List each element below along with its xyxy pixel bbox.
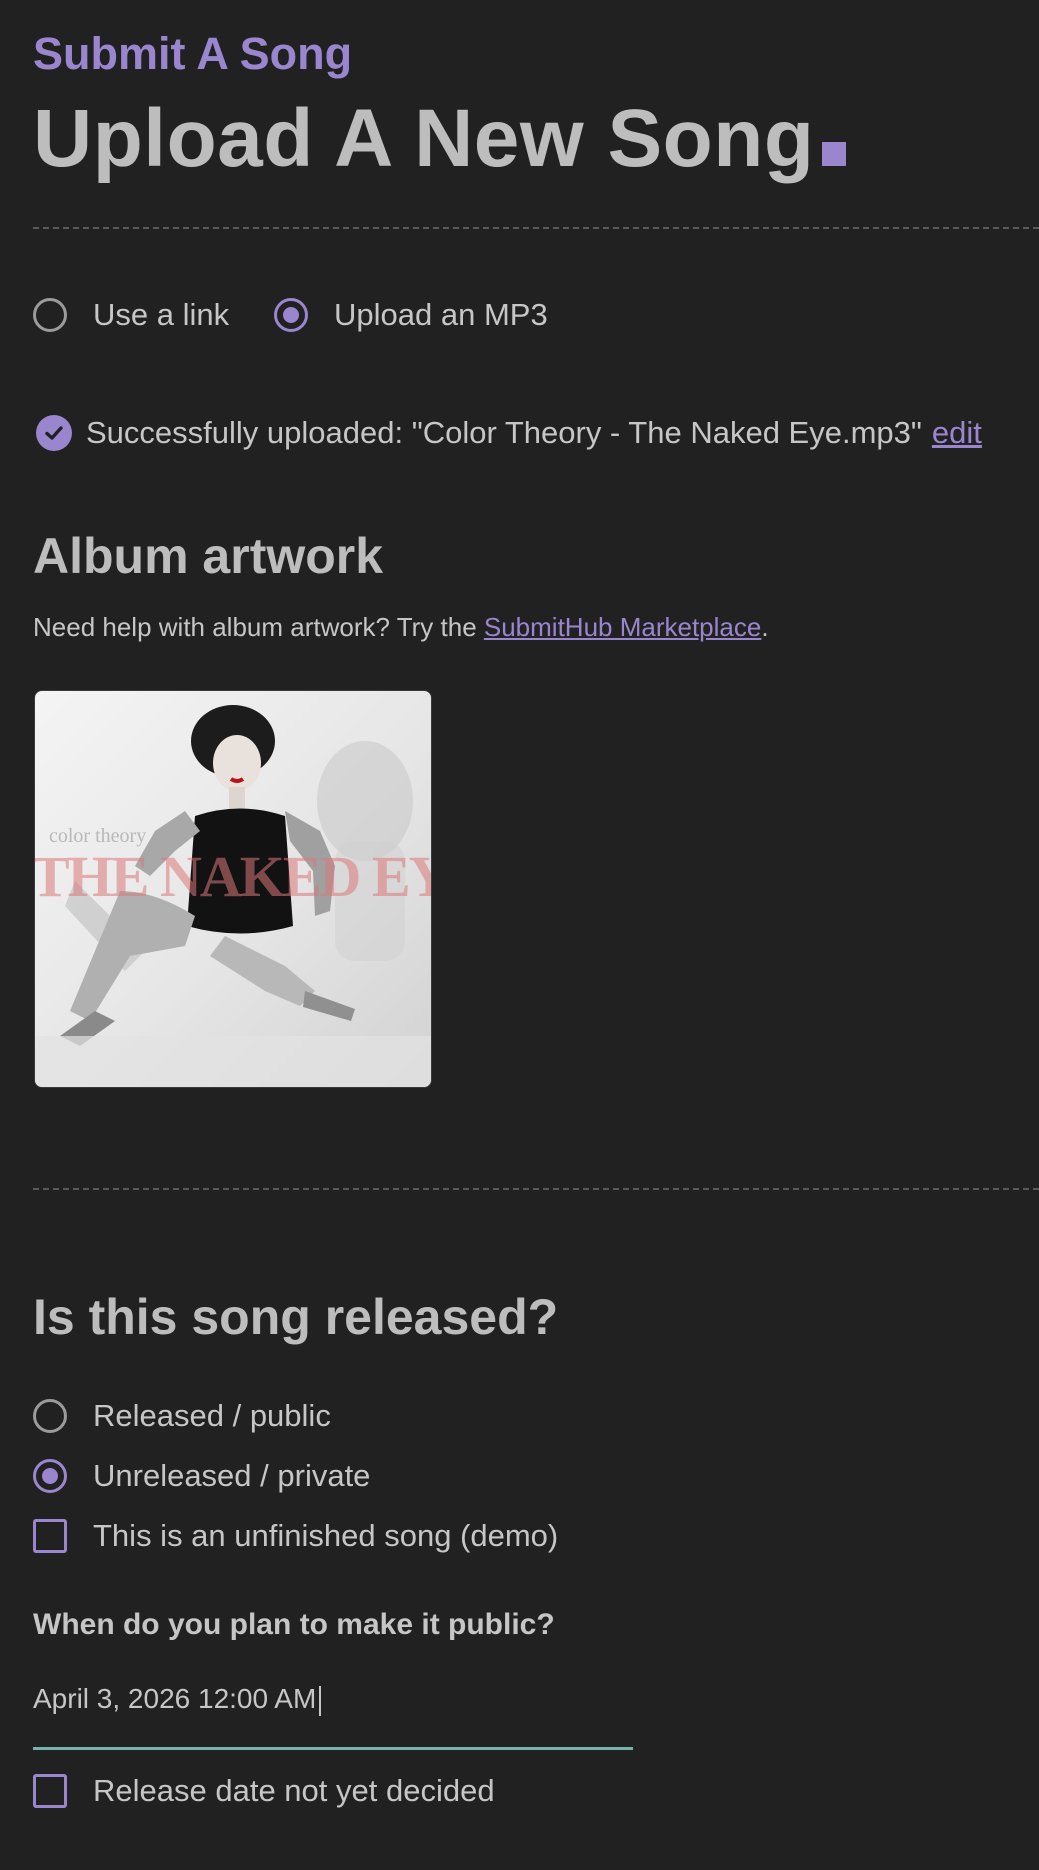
release-date-question: When do you plan to make it public? <box>33 1608 555 1641</box>
artwork-help-suffix: . <box>761 612 769 642</box>
radio-circle[interactable] <box>33 298 67 332</box>
release-heading: Is this song released? <box>33 1289 559 1345</box>
radio-circle-selected[interactable] <box>33 1459 67 1493</box>
checkbox-label: Release date not yet decided <box>93 1773 495 1808</box>
radio-use-link[interactable]: Use a link <box>33 297 229 333</box>
section-divider <box>33 1188 1039 1190</box>
upload-status: Successfully uploaded: "Color Theory - T… <box>33 415 982 451</box>
radio-label: Released / public <box>93 1398 331 1433</box>
radio-label: Unreleased / private <box>93 1458 371 1493</box>
title-accent-square <box>822 142 847 166</box>
album-artwork-heading: Album artwork <box>33 528 384 584</box>
radio-circle[interactable] <box>33 1399 67 1433</box>
release-date-input[interactable] <box>33 1670 633 1750</box>
checkbox-unfinished-demo[interactable]: This is an unfinished song (demo) <box>33 1518 558 1554</box>
edit-upload-link[interactable]: edit <box>932 415 982 451</box>
checkbox-date-undecided[interactable]: Release date not yet decided <box>33 1773 495 1809</box>
album-artwork-image[interactable]: color theory THE NAKED EYE <box>34 690 432 1088</box>
artwork-help-text: Need help with album artwork? Try the Su… <box>33 612 769 643</box>
checkbox-label: This is an unfinished song (demo) <box>93 1518 559 1553</box>
checkbox-box[interactable] <box>33 1774 67 1808</box>
radio-released-public[interactable]: Released / public <box>33 1398 331 1434</box>
radio-circle-selected[interactable] <box>274 298 308 332</box>
page-eyebrow: Submit A Song <box>33 28 353 79</box>
checkbox-box[interactable] <box>33 1519 67 1553</box>
artwork-title-text: THE NAKED EYE <box>34 844 431 909</box>
artwork-help-prefix: Need help with album artwork? Try the <box>33 612 484 642</box>
page-title-text: Upload A New Song <box>33 93 815 184</box>
section-divider <box>33 227 1039 229</box>
radio-label: Use a link <box>93 297 230 332</box>
check-circle-icon <box>36 415 72 451</box>
page-title: Upload A New Song <box>33 92 847 186</box>
upload-status-text: Successfully uploaded: "Color Theory - T… <box>86 415 922 450</box>
radio-upload-mp3[interactable]: Upload an MP3 <box>274 297 548 333</box>
radio-unreleased-private[interactable]: Unreleased / private <box>33 1458 370 1494</box>
radio-label: Upload an MP3 <box>334 297 548 332</box>
text-caret <box>319 1686 321 1716</box>
marketplace-link[interactable]: SubmitHub Marketplace <box>484 612 761 642</box>
